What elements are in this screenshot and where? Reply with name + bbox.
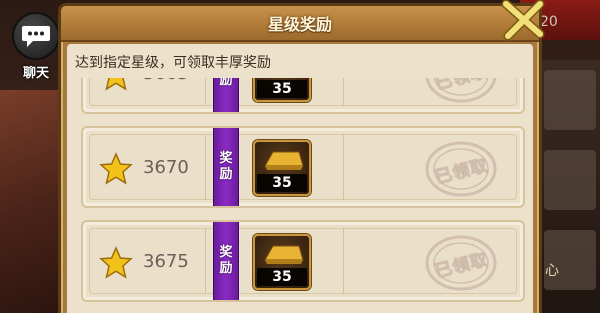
- reward-tag-char: 奖: [219, 245, 233, 260]
- row-divider: [205, 78, 206, 106]
- row-divider: [343, 228, 344, 294]
- reward-row: 3670 奖 励 35 已领取: [81, 126, 525, 208]
- gold-bar-icon: [264, 245, 304, 264]
- row-divider: [205, 228, 206, 294]
- star-reward-dialog: 星级奖励 达到指定星级，可领取丰厚奖励 3665 奖 励: [58, 3, 542, 313]
- star-icon: [99, 246, 133, 279]
- close-icon: [501, 0, 545, 41]
- star-count: 3665: [143, 78, 189, 84]
- dialog-title: 星级奖励: [267, 15, 332, 34]
- item-quantity: 35: [257, 268, 307, 286]
- background-slot: [544, 70, 596, 130]
- reward-item[interactable]: 35: [253, 78, 311, 102]
- reward-row: 3665 奖 励 35: [81, 78, 525, 114]
- chat-label: 聊天: [22, 66, 49, 81]
- reward-tag-char: 励: [219, 167, 233, 182]
- star-icon: [105, 78, 127, 91]
- star-icon: [99, 152, 133, 185]
- reward-row: 3675 奖 励 35 已领取: [81, 220, 525, 302]
- row-divider: [343, 134, 344, 200]
- reward-tag: 奖 励: [213, 222, 239, 300]
- row-divider: [205, 134, 206, 200]
- right-side-mark: 心: [545, 263, 559, 279]
- dialog-body: 达到指定星级，可领取丰厚奖励 3665 奖 励 35: [67, 44, 533, 313]
- reward-tag-char: 励: [219, 78, 233, 88]
- dialog-header: 星级奖励: [61, 6, 539, 42]
- gold-bar-icon: [264, 151, 304, 170]
- reward-item[interactable]: 35: [253, 234, 311, 290]
- reward-item[interactable]: 35: [253, 140, 311, 196]
- claimed-stamp-icon: 已领取: [423, 78, 499, 104]
- dialog-subtitle: 达到指定星级，可领取丰厚奖励: [75, 55, 271, 71]
- background-slot: [544, 150, 596, 210]
- reward-tag: 奖 励: [213, 128, 239, 206]
- reward-tag-char: 奖: [219, 151, 233, 166]
- star-count: 3670: [143, 157, 189, 178]
- claimed-stamp-icon: 已领取: [423, 234, 499, 292]
- row-divider: [343, 78, 344, 106]
- chat-icon: [12, 12, 60, 60]
- claimed-stamp-icon: 已领取: [423, 140, 499, 198]
- chat-button[interactable]: 聊天: [6, 12, 66, 86]
- item-quantity: 35: [257, 174, 307, 192]
- reward-tag-char: 励: [219, 261, 233, 276]
- item-quantity: 35: [257, 80, 307, 98]
- star-count: 3675: [143, 251, 189, 272]
- reward-tag: 奖 励: [213, 78, 239, 112]
- reward-list[interactable]: 3665 奖 励 35: [71, 78, 529, 313]
- close-button[interactable]: [500, 0, 546, 42]
